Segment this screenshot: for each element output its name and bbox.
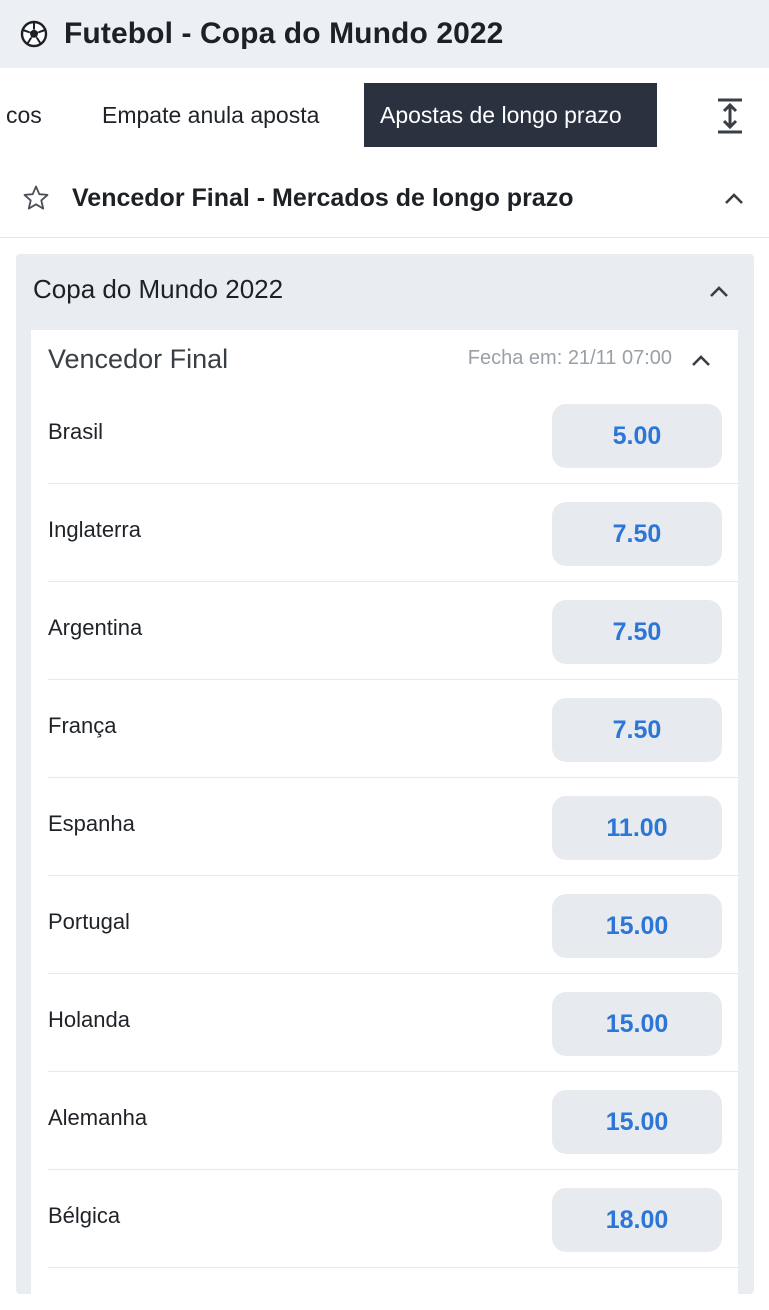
- tab-long-term-bets[interactable]: Apostas de longo prazo: [364, 83, 657, 147]
- odds-button[interactable]: 15.00: [552, 992, 722, 1056]
- section-header[interactable]: Vencedor Final - Mercados de longo prazo: [0, 162, 769, 238]
- team-name: França: [48, 713, 117, 738]
- chevron-up-icon[interactable]: [708, 283, 730, 299]
- odds-button[interactable]: 7.50: [552, 698, 722, 762]
- selection-row: França 7.50: [48, 680, 738, 778]
- team-name: Alemanha: [48, 1105, 148, 1130]
- market-tabs: cos Empate anula aposta Apostas de longo…: [0, 68, 769, 162]
- chevron-up-icon[interactable]: [723, 190, 745, 206]
- selection-row: Brasil 5.00: [48, 386, 738, 484]
- market-close-time: Fecha em: 21/11 07:00: [467, 347, 672, 369]
- team-name: Bélgica: [48, 1203, 121, 1228]
- odds-button[interactable]: 7.50: [552, 600, 722, 664]
- odds-button[interactable]: 15.00: [552, 894, 722, 958]
- odds-button[interactable]: 7.50: [552, 502, 722, 566]
- selection-row: Portugal 15.00: [48, 876, 738, 974]
- tab-draw-no-bet[interactable]: Empate anula aposta: [86, 83, 350, 147]
- selection-row: Espanha 11.00: [48, 778, 738, 876]
- odds-button[interactable]: 15.00: [552, 1090, 722, 1154]
- team-name: Brasil: [48, 419, 104, 444]
- odds-button[interactable]: 18.00: [552, 1188, 722, 1252]
- odds-button[interactable]: 11.00: [552, 796, 722, 860]
- tab-label: Apostas de longo prazo: [380, 101, 622, 128]
- team-name: Holanda: [48, 1007, 130, 1032]
- expand-collapse-icon[interactable]: [713, 96, 747, 136]
- competition-title[interactable]: Copa do Mundo 2022: [33, 274, 283, 305]
- page-title: Futebol - Copa do Mundo 2022: [64, 17, 504, 50]
- chevron-up-icon[interactable]: [690, 352, 712, 368]
- odds-button[interactable]: 5.00: [552, 404, 722, 468]
- section-title: Vencedor Final - Mercados de longo prazo: [72, 184, 574, 212]
- tab-label: cos: [6, 101, 42, 128]
- selection-list: Brasil 5.00 Inglaterra 7.50 Argentina 7.…: [31, 386, 738, 1268]
- selection-row: Holanda 15.00: [48, 974, 738, 1072]
- selection-row: Alemanha 15.00: [48, 1072, 738, 1170]
- tab-partial[interactable]: cos: [0, 83, 70, 147]
- selection-row: Argentina 7.50: [48, 582, 738, 680]
- soccer-ball-icon: [20, 20, 48, 48]
- market-title: Vencedor Final: [48, 344, 229, 374]
- selection-row: Inglaterra 7.50: [48, 484, 738, 582]
- page-header: Futebol - Copa do Mundo 2022: [0, 0, 769, 68]
- team-name: Portugal: [48, 909, 130, 934]
- market-panel: Vencedor Final Fecha em: 21/11 07:00 Bra…: [31, 330, 738, 1310]
- team-name: Inglaterra: [48, 517, 141, 542]
- selection-row: Bélgica 18.00: [48, 1170, 738, 1268]
- competition-card: Copa do Mundo 2022 Vencedor Final Fecha …: [16, 254, 754, 1310]
- team-name: Espanha: [48, 811, 135, 836]
- tab-label: Empate anula aposta: [102, 101, 320, 128]
- team-name: Argentina: [48, 615, 143, 640]
- star-favorite-icon[interactable]: [22, 184, 50, 212]
